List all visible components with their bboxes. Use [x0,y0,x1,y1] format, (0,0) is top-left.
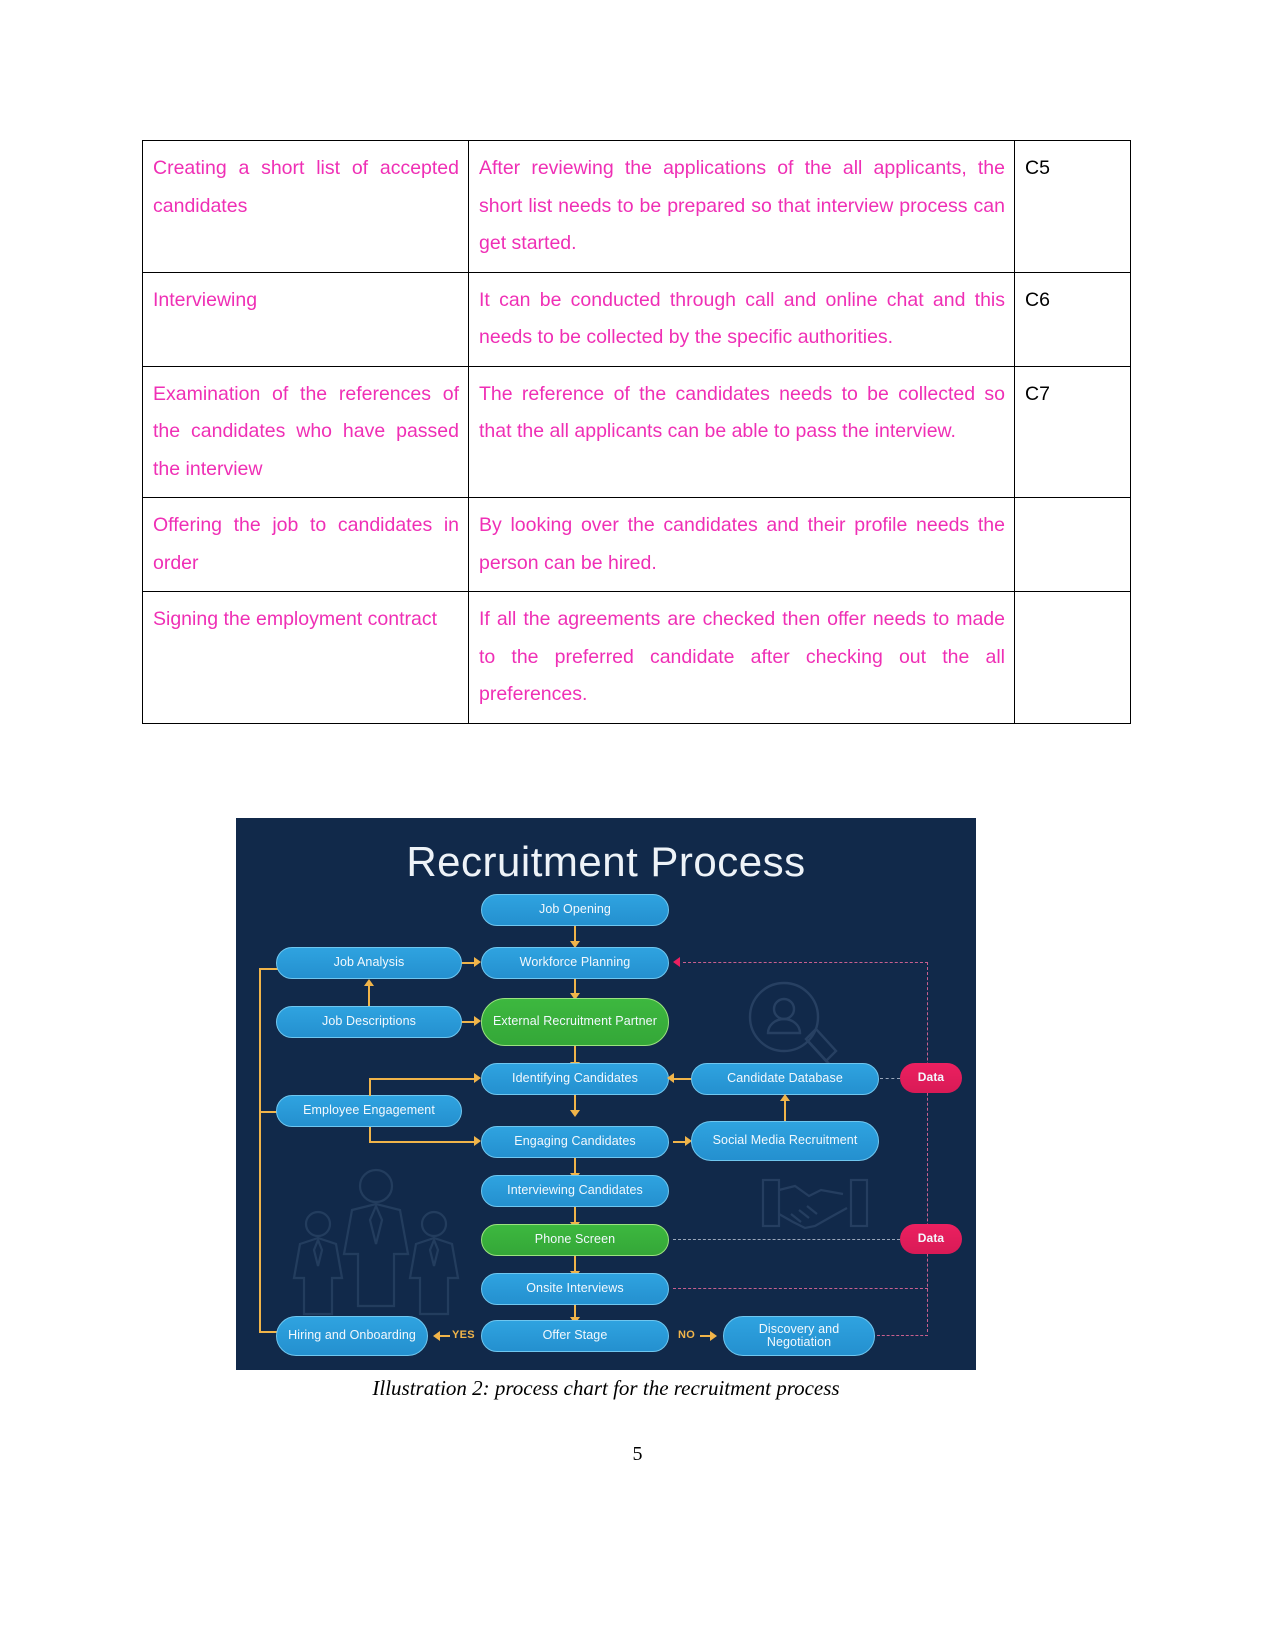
table-row: Examination of the references of the can… [142,365,1131,498]
handshake-watermark-icon [761,1170,869,1242]
node-identifying-candidates[interactable]: Identifying Candidates [481,1063,669,1095]
node-phone-screen[interactable]: Phone Screen [481,1224,669,1256]
yes-branch-connector [440,1335,450,1337]
identifying-arrow-down [570,1110,580,1117]
branch-label-no: NO [678,1329,696,1341]
node-hiring-and-onboarding[interactable]: Hiring and Onboarding [276,1316,428,1356]
activities-table: Creating a short list of accepted candid… [142,140,1131,724]
no-branch-arrow-right [710,1331,717,1341]
activity-text: Signing the employment contract [153,608,437,630]
onsite-feedback-dashed [673,1288,928,1289]
employee-engagement-arrow-right-top [474,1073,481,1083]
description-text: By looking over the candidates and their… [479,514,1005,574]
people-watermark-icon [276,1166,476,1316]
job-descriptions-to-job-analysis-connector [368,986,370,1006]
node-employee-engagement[interactable]: Employee Engagement [276,1095,462,1127]
activity-text: Examination of the references of the can… [153,382,459,480]
node-external-recruitment-partner[interactable]: External Recruitment Partner [481,998,669,1046]
cell-description: By looking over the candidates and their… [468,497,1015,592]
flowchart-canvas: Recruitment Process Job Opening Job Anal… [236,818,976,1370]
right-feedback-dashed-vertical [927,962,928,1332]
chart-title: Recruitment Process [406,838,806,885]
description-text: It can be conducted through call and onl… [479,288,1005,349]
social-media-to-database-connector [784,1101,786,1121]
node-candidate-database[interactable]: Candidate Database [691,1063,879,1095]
job-descriptions-arrow-right [474,1016,481,1026]
workforce-feedback-dashed-connector [683,962,928,963]
node-engaging-candidates[interactable]: Engaging Candidates [481,1126,669,1158]
node-onsite-interviews[interactable]: Onsite Interviews [481,1273,669,1305]
cell-description: It can be conducted through call and onl… [468,271,1015,367]
cell-activity: Examination of the references of the can… [142,365,469,498]
activity-text: Creating a short list of accepted candid… [153,157,459,217]
discovery-feedback-dashed [877,1335,928,1336]
node-workforce-planning[interactable]: Workforce Planning [481,947,669,979]
figure-caption: Illustration 2: process chart for the re… [372,1376,840,1400]
cell-activity: Offering the job to candidates in order [142,497,469,592]
cell-code [1014,497,1131,592]
node-job-opening[interactable]: Job Opening [481,894,669,926]
feedback-loop-vertical-connector [259,968,261,1333]
candidate-database-arrow-left [667,1073,674,1083]
cell-code: C6 [1014,271,1131,367]
description-text: The reference of the candidates needs to… [479,382,1005,443]
description-text: If all the agreements are checked then o… [479,608,1005,705]
cell-description: The reference of the candidates needs to… [468,365,1015,498]
node-interviewing-candidates[interactable]: Interviewing Candidates [481,1175,669,1207]
cell-code: C7 [1014,365,1131,498]
recruitment-process-figure: Recruitment Process Job Opening Job Anal… [236,818,976,1370]
table-row: Offering the job to candidates in order … [142,497,1131,592]
workforce-feedback-arrow-left [673,957,680,967]
cell-activity: Interviewing [142,271,469,367]
branch-label-yes: YES [452,1329,475,1341]
node-social-media-recruitment[interactable]: Social Media Recruitment [691,1121,879,1161]
employee-engagement-to-engaging-connector [369,1141,476,1143]
cell-activity: Signing the employment contract [142,591,469,724]
page-number: 5 [632,1443,643,1465]
employee-engagement-up-connector [369,1078,371,1096]
phone-screen-to-data-dashed [673,1239,900,1240]
activity-text: Offering the job to candidates in order [153,514,459,574]
cell-description: After reviewing the applications of the … [468,140,1015,273]
description-text: After reviewing the applications of the … [479,157,1005,254]
candidate-database-to-identifying-connector [673,1078,691,1080]
table-row: Interviewing It can be conducted through… [142,271,1131,367]
yes-branch-arrow-left [433,1331,440,1341]
social-media-arrow-up [780,1094,790,1101]
employee-engagement-arrow-right-bottom [474,1136,481,1146]
job-descriptions-arrow-up [364,979,374,986]
cell-code: C5 [1014,140,1131,273]
employee-engagement-to-identifying-connector [369,1078,476,1080]
node-job-analysis[interactable]: Job Analysis [276,947,462,979]
table-row: Creating a short list of accepted candid… [142,140,1131,273]
node-job-descriptions[interactable]: Job Descriptions [276,1006,462,1038]
job-analysis-arrow-right [474,957,481,967]
node-discovery-and-negotiation[interactable]: Discovery and Negotiation [723,1316,875,1356]
table-row: Signing the employment contract If all t… [142,591,1131,724]
cell-activity: Creating a short list of accepted candid… [142,140,469,273]
node-offer-stage[interactable]: Offer Stage [481,1320,669,1352]
cell-code [1014,591,1131,724]
cell-description: If all the agreements are checked then o… [468,591,1015,724]
candidate-database-to-data-dashed [880,1078,900,1079]
badge-data-bottom[interactable]: Data [900,1224,962,1254]
badge-data-top[interactable]: Data [900,1063,962,1093]
activity-text: Interviewing [153,288,258,311]
